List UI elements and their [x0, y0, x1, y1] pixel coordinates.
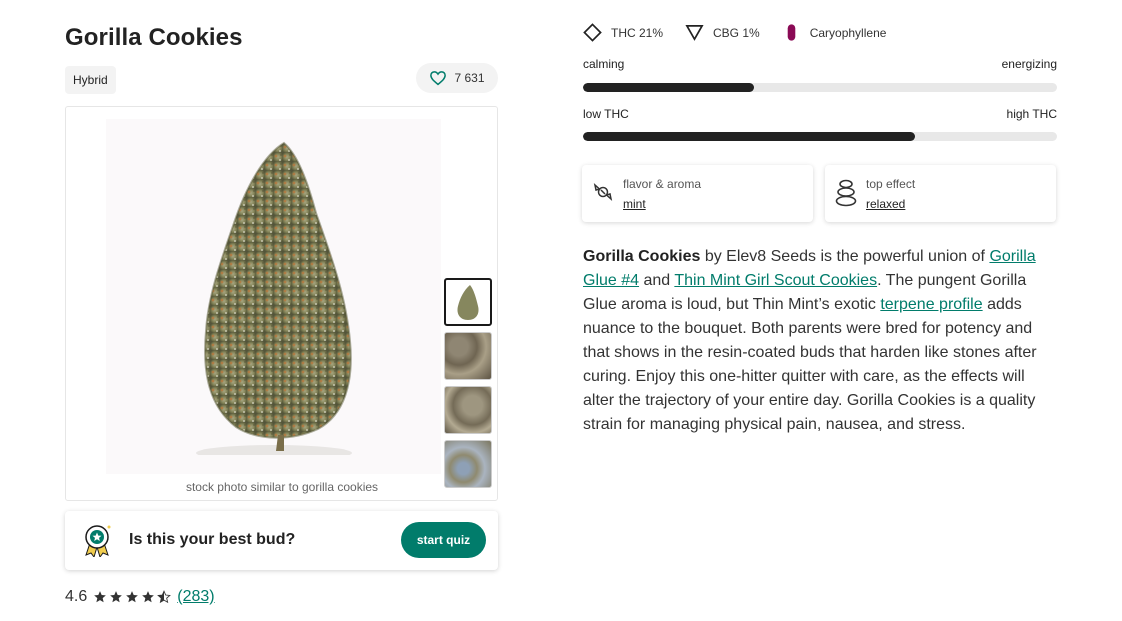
strain-description: Gorilla Cookies by Elev8 Seeds is the po… — [583, 245, 1058, 437]
potency-scale-fill — [583, 132, 915, 141]
thumbnail-bud-image — [457, 285, 479, 320]
quiz-prompt: Is this your best bud? — [129, 531, 296, 548]
star-full-icon — [142, 591, 155, 603]
thumbnail-3[interactable] — [444, 386, 492, 434]
description-text: by Elev8 Seeds is the powerful union of — [700, 248, 990, 265]
strain-photo-gallery: stock photo similar to gorilla cookies — [65, 106, 498, 501]
star-full-icon — [126, 591, 139, 603]
terpene-pill-icon — [787, 24, 796, 41]
effect-scale-fill — [583, 83, 754, 92]
strain-title: Gorilla Cookies — [65, 24, 243, 51]
rating-score: 4.6 — [65, 588, 88, 605]
strain-main-photo[interactable] — [166, 135, 376, 455]
potency-scale-bar — [583, 132, 1057, 141]
photo-thumbnails — [444, 278, 492, 494]
top-effect-label: top effect — [866, 177, 916, 191]
cbg-item: CBG 1% — [685, 23, 760, 42]
slider-low-thc-label: low THC — [583, 107, 629, 121]
rating-summary: 4.6 (283) — [65, 588, 215, 606]
description-strain-name: Gorilla Cookies — [583, 248, 701, 265]
terpene-profile-link[interactable]: terpene profile — [880, 296, 982, 313]
thumbnail-4[interactable] — [444, 440, 492, 488]
best-bud-quiz-card: Is this your best bud? start quiz — [65, 511, 498, 570]
slider-calming-label: calming — [583, 57, 625, 71]
start-quiz-button[interactable]: start quiz — [401, 522, 486, 558]
rating-stars — [93, 590, 172, 604]
thumbnail-1[interactable] — [444, 278, 492, 326]
thc-value: THC 21% — [611, 25, 664, 40]
thc-item: THC 21% — [583, 23, 663, 42]
stacked-stones-icon — [835, 179, 857, 207]
photo-caption: stock photo similar to gorilla cookies — [185, 480, 379, 494]
reviews-link[interactable]: (283) — [177, 588, 214, 606]
top-effect-card[interactable]: top effect relaxed — [825, 165, 1056, 222]
effect-scale-bar — [583, 83, 1057, 92]
favorite-count: 7 631 — [454, 71, 485, 85]
terpene-item[interactable]: Caryophyllene — [782, 23, 887, 42]
triangle-down-icon — [685, 24, 704, 41]
flavor-card[interactable]: flavor & aroma mint — [582, 165, 813, 222]
heart-icon — [430, 71, 447, 86]
flavor-value-link[interactable]: mint — [623, 197, 646, 211]
star-half-icon — [157, 590, 172, 604]
slider-high-thc-label: high THC — [1006, 107, 1057, 121]
top-effect-value-link[interactable]: relaxed — [866, 197, 905, 211]
cbg-value: CBG 1% — [713, 25, 760, 40]
diamond-icon — [583, 23, 602, 42]
thumbnail-2[interactable] — [444, 332, 492, 380]
terpene-value: Caryophyllene — [809, 25, 887, 40]
star-full-icon — [110, 591, 123, 603]
slider-energizing-label: energizing — [1001, 57, 1057, 71]
description-text: adds nuance to the bouquet. Both parents… — [583, 296, 1037, 433]
thin-mint-link[interactable]: Thin Mint Girl Scout Cookies — [674, 272, 877, 289]
favorite-button[interactable]: 7 631 — [416, 63, 498, 93]
cannabinoid-summary: THC 21% CBG 1% Caryophyllene — [583, 23, 908, 42]
candy-icon — [593, 182, 613, 202]
star-full-icon — [94, 591, 107, 603]
strain-type-badge[interactable]: Hybrid — [65, 66, 116, 94]
description-text: and — [639, 272, 675, 289]
flavor-label: flavor & aroma — [623, 177, 702, 191]
award-badge-icon — [85, 525, 111, 557]
